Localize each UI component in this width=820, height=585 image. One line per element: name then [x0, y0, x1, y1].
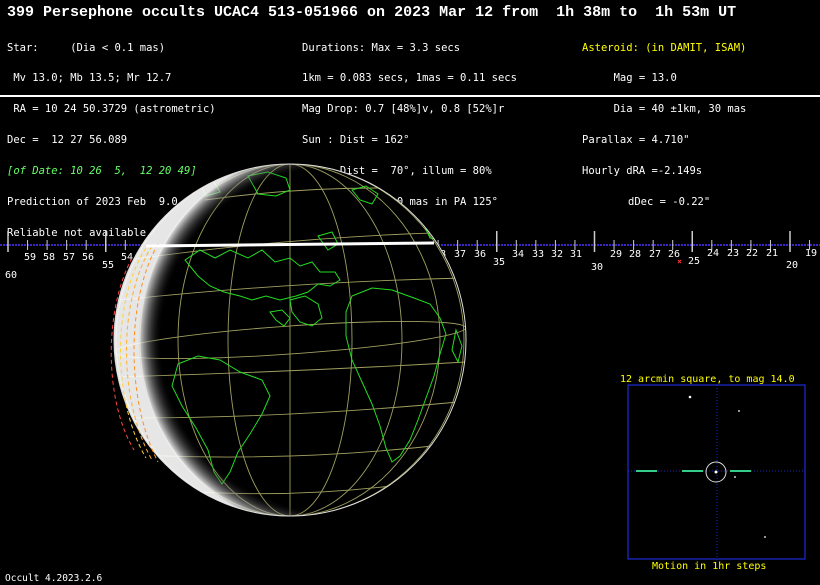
field-star — [764, 536, 766, 538]
major-tick-label: 60 — [5, 270, 17, 281]
occultation-diagram: 59 58 57 56 54 38 37 36 34 33 32 31 29 2… — [0, 163, 820, 560]
major-tick-label: 30 — [591, 262, 603, 273]
tick-label: 29 — [610, 249, 622, 260]
major-tick-label: 55 — [102, 260, 114, 271]
tick-label: 32 — [551, 249, 563, 260]
tick-label: 34 — [512, 249, 524, 260]
star-chart-footer: Motion in 1hr steps — [652, 561, 767, 572]
tick-label: 26 — [668, 249, 680, 260]
tick-label: 54 — [121, 252, 133, 263]
tick-label: 31 — [570, 249, 582, 260]
tick-label: 37 — [454, 249, 466, 260]
version-label: Occult 4.2023.2.6 — [5, 573, 103, 584]
star-chart — [627, 384, 806, 560]
tick-label: 36 — [474, 249, 486, 260]
field-star — [688, 395, 692, 399]
earth-globe — [110, 163, 467, 517]
target-star — [714, 470, 718, 474]
tick-label: 24 — [707, 248, 719, 259]
tick-label: 21 — [766, 248, 778, 259]
tick-label: 28 — [629, 249, 641, 260]
tick-label: 27 — [649, 249, 661, 260]
major-tick-label: 25 — [688, 256, 700, 267]
field-star — [738, 410, 740, 412]
field-star — [734, 476, 736, 478]
tick-label: 57 — [63, 252, 75, 263]
tick-label: 22 — [746, 248, 758, 259]
time-marker-icon — [677, 259, 682, 264]
tick-label: 23 — [727, 248, 739, 259]
globe-limb-glow — [114, 164, 466, 516]
major-tick-label: 20 — [786, 260, 798, 271]
major-tick-label: 35 — [493, 257, 505, 268]
tick-label: 59 — [24, 252, 36, 263]
tick-label: 58 — [43, 252, 55, 263]
tick-label: 33 — [532, 249, 544, 260]
tick-label: 56 — [82, 252, 94, 263]
star-chart-title: 12 arcmin square, to mag 14.0 — [620, 374, 795, 385]
tick-label: 19 — [805, 248, 817, 259]
